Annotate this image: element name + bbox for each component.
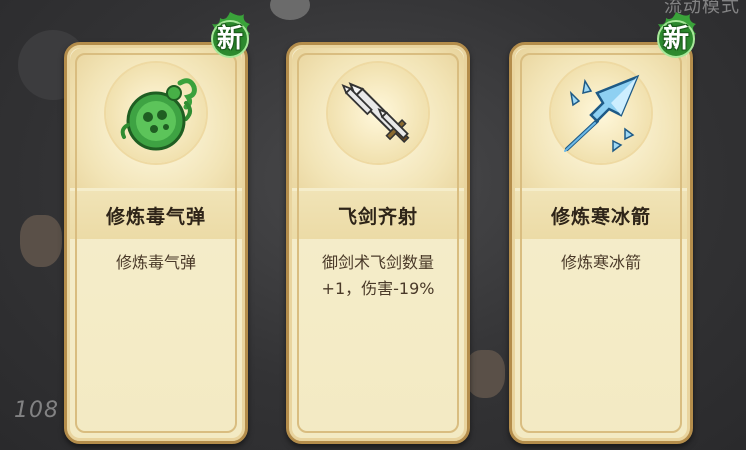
card-title: 飞剑齐射: [337, 205, 418, 228]
card-icon-area: [70, 48, 242, 188]
card-title: 修炼寒冰箭: [550, 205, 651, 228]
card-title-band: 飞剑齐射: [292, 191, 464, 239]
upgrade-card-1[interactable]: 修炼毒气弹 修炼毒气弹: [64, 42, 248, 444]
card-title: 修炼毒气弹: [105, 205, 206, 228]
card-icon-area: [515, 48, 687, 188]
background-blob: [270, 0, 310, 20]
card-description: 修炼寒冰箭: [560, 253, 641, 272]
card-description: 修炼毒气弹: [115, 253, 196, 272]
upgrade-card-3[interactable]: 修炼寒冰箭 修炼寒冰箭: [509, 42, 693, 444]
icon-ring: [106, 63, 206, 163]
icon-ring: [328, 63, 428, 163]
new-badge: 新: [648, 8, 704, 64]
poison-gas-orb-icon: [120, 78, 197, 151]
icon-ring: [551, 63, 651, 163]
card-icon-area: [292, 48, 464, 188]
card-description: 御剑术飞剑数量 +1，伤害-19%: [321, 253, 435, 298]
new-badge-label: 新: [662, 24, 689, 54]
flying-swords-icon: [341, 82, 410, 144]
card-title-band: 修炼毒气弹: [70, 191, 242, 239]
background-jar: [465, 350, 505, 398]
new-badge: 新: [202, 8, 258, 64]
upgrade-card-2[interactable]: 飞剑齐射 御剑术飞剑数量 +1，伤害-19%: [286, 42, 470, 444]
new-badge-label: 新: [216, 24, 243, 54]
background-jar: [20, 215, 62, 267]
ice-arrow-icon: [564, 74, 640, 153]
wave-counter: 108: [14, 398, 59, 423]
card-title-band: 修炼寒冰箭: [515, 191, 687, 239]
